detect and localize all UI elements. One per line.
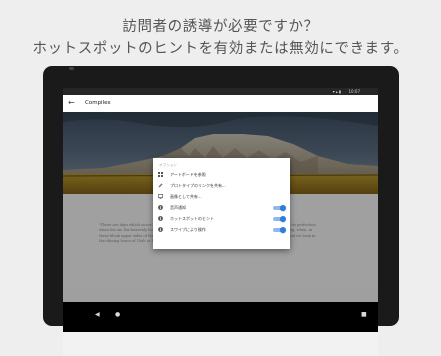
menu-item-audio-notification[interactable]: 音声通知: [153, 202, 290, 213]
pencil-icon: [158, 183, 163, 188]
hotspot-hints-toggle[interactable]: [273, 215, 286, 222]
menu-item-hotspot-hints[interactable]: ホットスポットのヒント: [153, 213, 290, 224]
home-nav-icon[interactable]: ●: [115, 311, 120, 318]
status-time: 10:07: [348, 89, 360, 94]
menu-item-swipe-navigation[interactable]: スワイプにより操作: [153, 224, 290, 235]
camera: [69, 67, 74, 70]
arrow-left-icon[interactable]: ←: [68, 98, 75, 107]
headline-line-1: 訪問者の誘導が必要ですか？: [122, 19, 319, 35]
headline-line-2: ホットスポットのヒントを有効または無効にできます。: [32, 41, 409, 57]
menu-item-share-image[interactable]: 画像として共有...: [153, 191, 290, 202]
back-nav-icon[interactable]: ◀: [95, 311, 100, 318]
tablet-device: ▾▴▮ 10:07 ← Compilex "There are days whi…: [43, 66, 399, 356]
info-icon: [158, 227, 163, 232]
grid-icon: [158, 172, 163, 177]
menu-item-artboards[interactable]: アートボードを参照: [153, 169, 290, 180]
status-bar: ▾▴▮ 10:07: [63, 88, 378, 95]
monitor-icon: [157, 194, 164, 199]
menu-item-label: アートボードを参照: [170, 172, 206, 177]
audio-notification-toggle[interactable]: [273, 204, 286, 211]
menu-item-label: プロトタイプのリンクを共有...: [170, 183, 226, 188]
menu-header: オプション: [159, 163, 177, 167]
tablet-screen: ▾▴▮ 10:07 ← Compilex "There are days whi…: [63, 88, 378, 356]
menu-item-share-link[interactable]: プロトタイプのリンクを共有...: [153, 180, 290, 191]
options-menu: オプション アートボードを参照 プロトタイプのリンクを共有... 画像として共有…: [153, 158, 290, 249]
swipe-navigation-toggle[interactable]: [273, 226, 286, 233]
app-bar: ← Compilex: [63, 95, 378, 112]
menu-item-label: スワイプにより操作: [170, 227, 206, 232]
app-title: Compilex: [85, 100, 111, 106]
recents-nav-icon[interactable]: ■: [361, 311, 367, 318]
menu-item-label: 画像として共有...: [170, 194, 202, 199]
menu-item-label: 音声通知: [170, 205, 186, 210]
status-icons: ▾▴▮: [332, 89, 342, 94]
menu-item-label: ホットスポットのヒント: [170, 216, 214, 221]
navigation-bar: ◀ ● ■: [63, 302, 378, 332]
info-icon: [158, 205, 163, 210]
info-icon: [158, 216, 163, 221]
